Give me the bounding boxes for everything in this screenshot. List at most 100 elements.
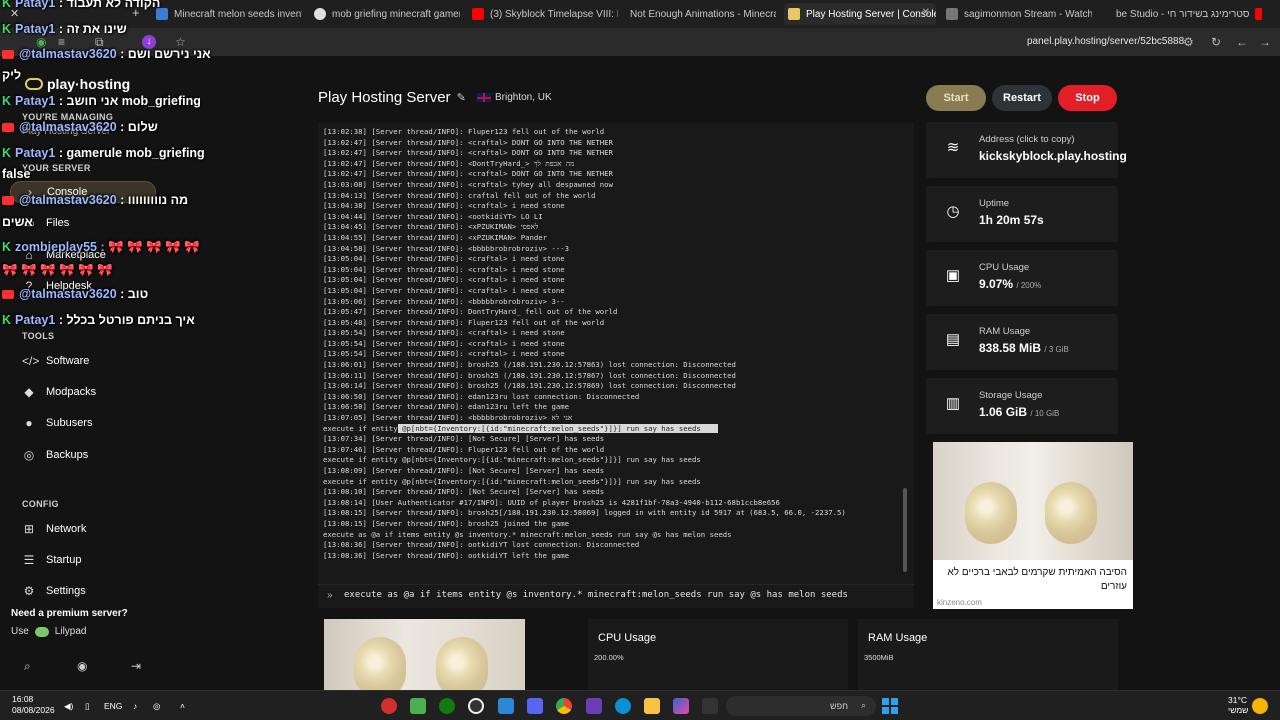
console-line: [13:02:38] [Server thread/INFO]: Fluper1… [323,127,605,136]
close-window-icon[interactable]: ✕ [10,7,19,20]
browser-tab-active[interactable]: Play Hosting Server | Console ✕ [784,3,936,25]
advertisement-bottom[interactable] [324,619,525,690]
app-icon-app[interactable] [586,698,602,714]
extension-icon[interactable]: ◉ [36,35,46,49]
console-line: [13:08:09] [Server thread/INFO]: [Not Se… [323,466,605,475]
console-line: [13:07:46] [Server thread/INFO]: Fluper1… [323,444,605,454]
database-icon: ◎ [23,448,35,462]
ram-usage-chart: RAM Usage 3500MiB [858,619,1118,690]
sidebar-item-backups[interactable]: ◎ Backups [22,445,88,465]
logout-icon[interactable]: ⇥ [131,659,141,673]
sidebar-item-helpdesk[interactable]: ? Helpdesk [22,276,92,296]
sidebar-item-modpacks[interactable]: ◆ Modpacks [22,382,96,402]
ad-source: kinzeno.com [937,598,982,607]
restart-button[interactable]: Restart [992,85,1052,111]
star-icon[interactable]: ☆ [175,35,186,49]
app-icon-chrome[interactable] [556,698,572,714]
browser-tab[interactable]: Minecraft melon seeds inventory [152,3,302,25]
app-icon-discord[interactable] [527,698,543,714]
stat-label: Storage Usage [979,390,1043,401]
app-icon-cancel[interactable] [381,698,397,714]
sidebar-item-startup[interactable]: ☰ Startup [22,550,82,570]
search-icon[interactable]: ⌕ [24,659,31,674]
console-line: [13:08:36] [Server thread/INFO]: ootkidi… [323,550,570,560]
app-icon-store[interactable] [498,698,514,714]
sidebar-item-subusers[interactable]: ● Subusers [22,413,92,433]
stat-value: 1h 20m 57s [979,213,1044,227]
console-line: [13:07:34] [Server thread/INFO]: [Not Se… [323,434,605,444]
console-scrollbar[interactable] [903,488,907,572]
lilypad-link[interactable]: Use Lilypad [11,626,87,637]
users-icon: ● [25,416,33,430]
app-icon-minecraft[interactable] [410,698,426,714]
close-tab-icon[interactable]: ✕ [922,7,930,18]
back-icon[interactable]: ← [1236,35,1248,49]
sidebar-item-software[interactable]: </> Software [22,351,89,371]
taskbar-clock[interactable]: 16:08 08/08/2026 [12,694,55,716]
language-indicator[interactable]: ENG [104,701,122,711]
console-line: [13:06:01] [Server thread/INFO]: brosh25… [323,360,736,370]
console-line: [13:02:47] [Server thread/INFO]: <DontTr… [323,158,575,168]
console-line: [13:08:15] [Server thread/INFO]: brosh25… [323,508,846,518]
phone-link-icon[interactable]: ▯ [85,701,90,712]
sidebar-item-files[interactable]: ▭ Files [22,213,69,233]
console-line: [13:05:48] [Server thread/INFO]: Fluper1… [323,317,605,327]
config-label: CONFIG [22,499,59,509]
stop-button[interactable]: Stop [1058,85,1117,111]
windows-start-icon[interactable] [882,698,898,714]
advertisement[interactable]: הסיבה האמיתית שקרמים לבאבי ברכיים לא עוז… [933,442,1133,609]
console-line: [13:05:04] [Server thread/INFO]: <crafta… [323,285,565,295]
tab-icon[interactable]: ⧉ [95,35,104,50]
brand-logo[interactable]: play·hosting [25,76,130,92]
sidebar-item-network[interactable]: ⊞ Network [22,519,86,539]
sidebar-item-settings[interactable]: ⚙ Settings [22,581,86,601]
taskbar-search[interactable]: חפש ⌕ [726,696,876,716]
app-icon-explorer[interactable] [644,698,660,714]
app-icon-copilot[interactable] [673,698,689,714]
chevron-right-icon: › [28,185,32,199]
download-icon[interactable]: ↓ [142,35,156,49]
volume-icon[interactable]: ◀) [64,701,73,712]
app-icon-edge[interactable] [615,698,631,714]
browser-tab[interactable]: (3) Skyblock Timelapse VIII: Iron [468,3,618,25]
sidebar-item-label: Modpacks [46,386,97,398]
ad-image [933,442,1133,560]
mic-icon[interactable]: ♪ [133,701,137,711]
app-icon-xbox[interactable] [439,698,455,714]
stat-value: 1.06 GiB / 10 GiB [979,405,1059,419]
chart-title: CPU Usage [598,632,657,644]
site-settings-icon[interactable]: ⚙ [1183,35,1194,49]
lilypad-icon [34,626,49,637]
console-line: [13:06:50] [Server thread/INFO]: edan123… [323,391,640,401]
chevron-up-icon[interactable]: ˄ [180,701,185,711]
console-output[interactable]: [13:02:38] [Server thread/INFO]: Fluper1… [318,122,914,608]
sidebar-item-marketplace[interactable]: ⌂ Marketplace [22,245,106,265]
pencil-icon[interactable]: ✎ [457,91,466,104]
wifi-icon: ≋ [946,139,960,156]
app-icon-terminal[interactable] [702,698,718,714]
address-card[interactable]: ≋ Address (click to copy) kickskyblock.pla… [926,122,1127,178]
menu-icon[interactable]: ≡ [58,35,65,49]
console-line: [13:08:36] [Server thread/INFO]: ootkidi… [323,540,640,550]
reload-icon[interactable]: ↻ [1211,35,1221,49]
help-icon: ? [25,279,33,293]
app-icon-obs[interactable] [468,698,484,714]
browser-tab[interactable]: Not Enough Animations - Minecraft [626,3,776,25]
account-icon[interactable]: ◉ [77,659,87,673]
sidebar-item-console[interactable]: › Console [10,181,156,203]
weather-widget[interactable]: 31°C שמשי [1228,695,1248,715]
tab-favicon-icon [472,8,484,20]
network-tray-icon[interactable]: ◎ [153,701,160,712]
browser-tab[interactable]: mob griefing minecraft gamerule [310,3,460,25]
command-input[interactable]: » execute as @a if items entity @s inven… [318,584,914,606]
sidebar-item-label: Subusers [46,417,93,429]
stat-value-main: 1h 20m 57s [979,213,1044,227]
start-button[interactable]: Start [926,85,986,111]
new-tab-icon[interactable]: + [132,5,140,20]
browser-tab[interactable]: be Studio - סטרימינג בשידור חי [1112,3,1262,25]
ad-headline: הסיבה האמיתית שקרמים לבאבי ברכיים לא עוז… [947,567,1127,592]
url-field[interactable]: panel.play.hosting/server/52bc5888 [1027,36,1184,47]
forward-icon[interactable]: → [1259,35,1271,49]
clock-date: 08/08/2026 [12,705,55,715]
browser-tab[interactable]: sagimonmon Stream - Watch Live [942,3,1092,25]
